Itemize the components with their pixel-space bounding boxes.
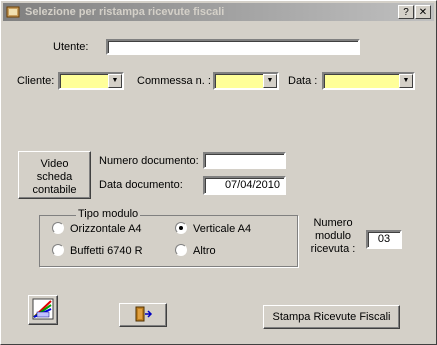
- app-icon: [6, 6, 20, 18]
- chevron-down-icon[interactable]: ▼: [263, 74, 277, 88]
- chevron-down-icon[interactable]: ▼: [399, 74, 413, 88]
- commessa-combo[interactable]: ▼: [213, 72, 279, 90]
- radio-dot[interactable]: [175, 244, 187, 257]
- data-documento-label: Data documento:: [99, 179, 183, 191]
- chart-button[interactable]: [28, 295, 58, 325]
- video-scheda-button[interactable]: Video scheda contabile: [18, 151, 91, 199]
- data-documento-field[interactable]: 07/04/2010: [203, 176, 286, 195]
- utente-field[interactable]: [106, 39, 360, 55]
- numero-documento-label: Numero documento:: [99, 155, 199, 167]
- numero-modulo-field[interactable]: 03: [366, 230, 402, 249]
- numero-documento-field[interactable]: [203, 152, 286, 169]
- radio-dot[interactable]: [52, 222, 64, 235]
- exit-button[interactable]: [119, 303, 167, 327]
- data-combo[interactable]: ▼: [322, 72, 415, 90]
- utente-label: Utente:: [53, 41, 89, 53]
- radio-verticale-a4[interactable]: Verticale A4: [175, 222, 251, 237]
- data-label: Data :: [288, 75, 318, 87]
- window-title: Selezione per ristampa ricevute fiscali: [25, 6, 225, 18]
- tipo-modulo-title: Tipo modulo: [76, 208, 141, 220]
- tipo-modulo-group: Tipo modulo Orizzontale A4 Verticale A4 …: [39, 208, 298, 267]
- dialog-window: Selezione per ristampa ricevute fiscali …: [0, 0, 437, 345]
- cliente-label: Cliente:: [17, 75, 55, 87]
- radio-dot[interactable]: [52, 244, 64, 257]
- help-button[interactable]: ?: [398, 5, 414, 19]
- radio-altro[interactable]: Altro: [175, 244, 216, 259]
- numero-modulo-label: Numero modulo ricevuta :: [310, 217, 356, 255]
- close-button[interactable]: ✕: [415, 5, 431, 19]
- radio-buffetti-6740r[interactable]: Buffetti 6740 R: [52, 244, 143, 259]
- stampa-ricevute-button[interactable]: Stampa Ricevute Fiscali: [263, 305, 400, 329]
- exit-door-icon: [135, 306, 153, 321]
- radio-dot-selected[interactable]: [175, 222, 187, 235]
- chevron-down-icon[interactable]: ▼: [108, 74, 122, 88]
- chart-icon: [32, 298, 54, 319]
- radio-orizzontale-a4[interactable]: Orizzontale A4: [52, 222, 142, 237]
- cliente-combo[interactable]: ▼: [58, 72, 124, 90]
- commessa-label: Commessa n. :: [137, 75, 211, 87]
- title-bar[interactable]: Selezione per ristampa ricevute fiscali …: [3, 3, 434, 21]
